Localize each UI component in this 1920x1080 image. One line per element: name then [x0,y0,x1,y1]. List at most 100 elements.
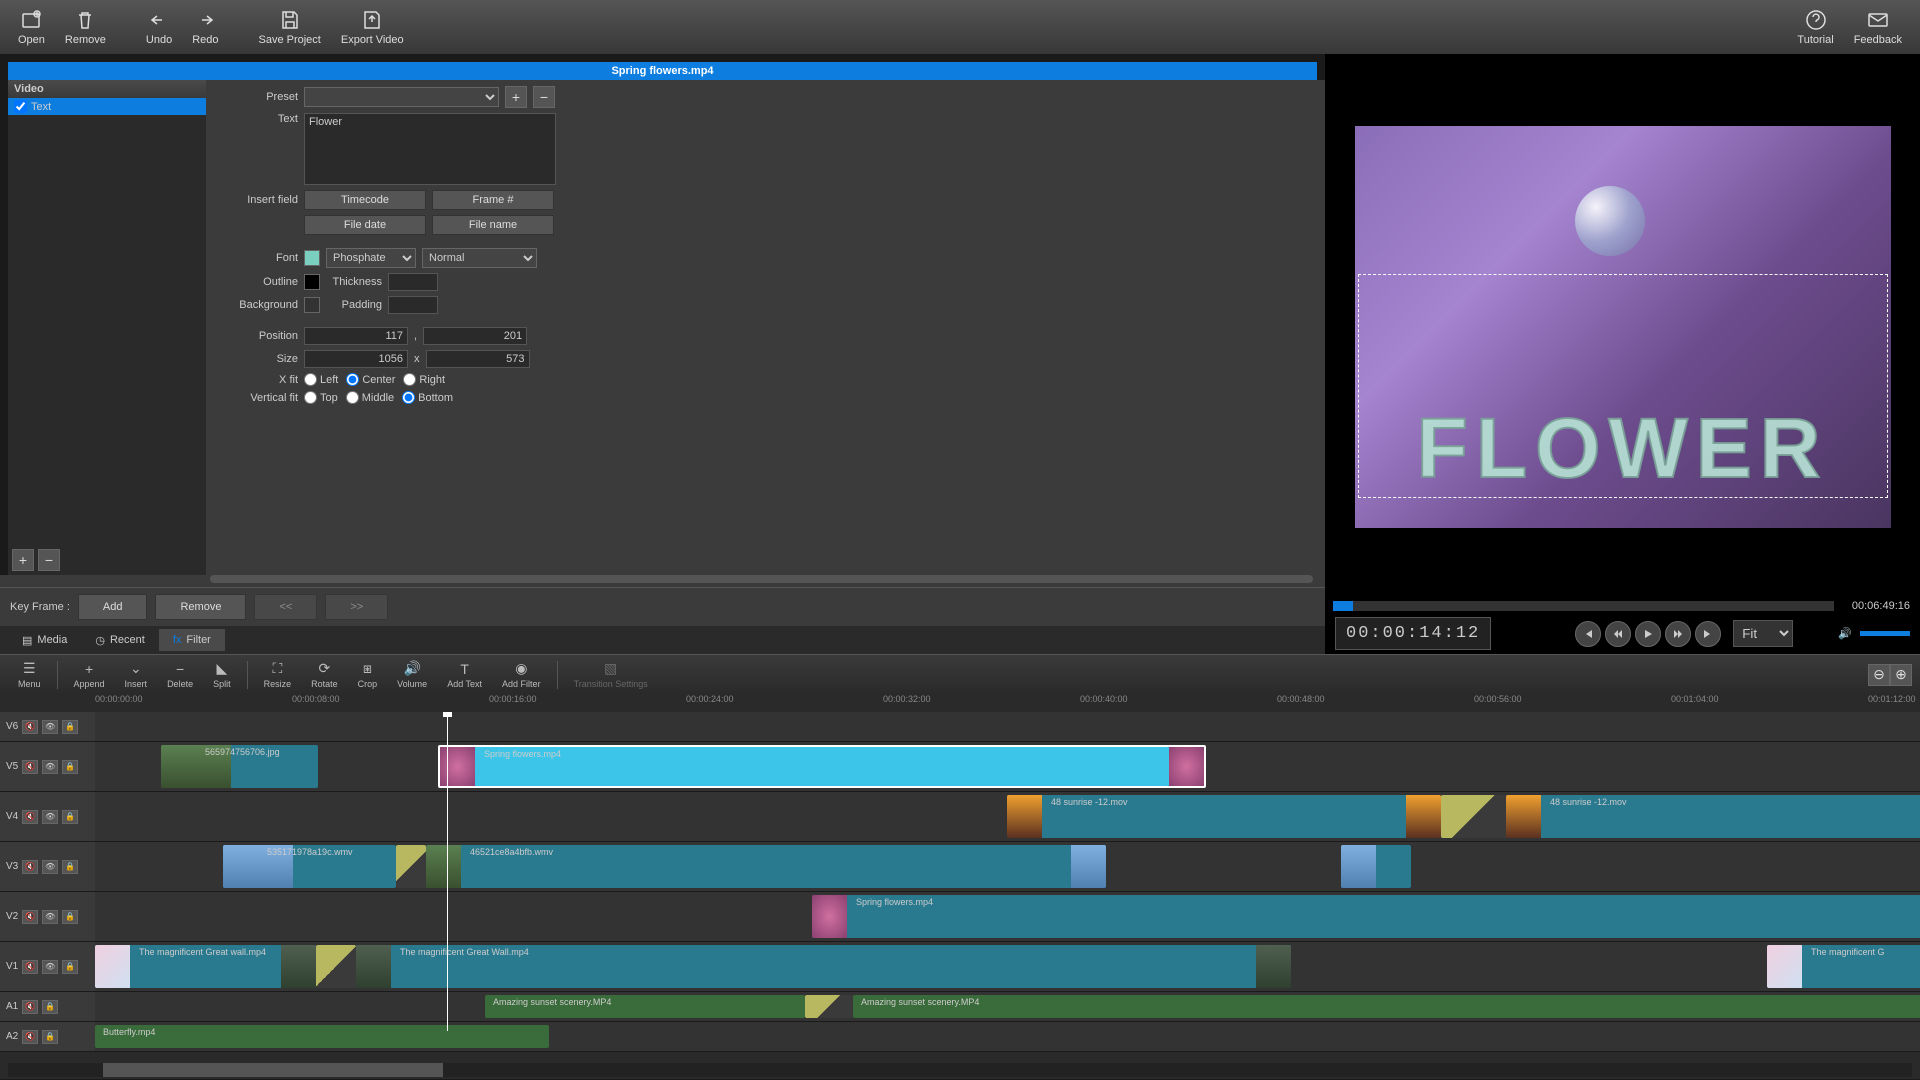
tl-addtext-button[interactable]: TAdd Text [437,659,492,691]
tl-resize-button[interactable]: ⛶Resize [254,658,302,691]
timeline-clip[interactable] [1341,845,1411,888]
keyframe-remove-button[interactable]: Remove [155,594,246,620]
insert-frame-button[interactable]: Frame # [432,190,554,210]
timeline-clip-selected[interactable]: Spring flowers.mp4 [438,745,1206,788]
timeline-clip[interactable]: 48 sunrise -12.mov [1506,795,1920,838]
timeline-transition[interactable] [396,845,426,888]
timeline-hscroll[interactable] [8,1063,1912,1077]
skip-start-button[interactable] [1575,621,1601,647]
timeline-ruler[interactable]: 00:00:00:00 00:00:08:00 00:00:16:00 00:0… [0,694,1920,712]
position-y-input[interactable] [423,327,527,345]
skip-end-button[interactable] [1695,621,1721,647]
keyframe-next-button[interactable]: >> [325,594,388,620]
tl-rotate-button[interactable]: ⟳Rotate [301,658,348,691]
preset-add-button[interactable]: + [505,86,527,108]
timeline-transition[interactable] [805,995,853,1018]
open-button[interactable]: Open [8,4,55,50]
insert-filedate-button[interactable]: File date [304,215,426,235]
volume-slider[interactable] [1860,631,1910,636]
insert-filename-button[interactable]: File name [432,215,554,235]
tl-insert-button[interactable]: ⌄Insert [115,658,158,691]
remove-effect-button[interactable]: − [38,549,60,571]
timeline-transition[interactable] [1441,795,1506,838]
size-w-input[interactable] [304,350,408,368]
xfit-left-radio[interactable]: Left [304,373,338,386]
xfit-center-radio[interactable]: Center [346,373,395,386]
export-video-button[interactable]: Export Video [331,4,414,50]
timeline-clip[interactable]: Amazing sunset scenery.MP4 [485,995,805,1018]
tl-zoom-out-button[interactable]: ⊖ [1868,664,1890,686]
step-fwd-button[interactable] [1665,621,1691,647]
timeline-clip[interactable]: 535171978a19c.wmv [223,845,396,888]
timeline-clip[interactable]: 565974756706.jpg [161,745,318,788]
font-name-select[interactable]: Phosphate [326,248,416,268]
redo-button[interactable]: Redo [182,4,228,50]
padding-input[interactable] [388,296,438,314]
effects-tree-root[interactable]: Video [8,80,206,98]
tl-volume-button[interactable]: 🔊Volume [387,658,437,691]
xfit-right-radio[interactable]: Right [403,373,445,386]
filter-icon: fx [173,634,182,646]
timeline-clip[interactable]: The magnificent G [1767,945,1920,988]
timeline-clip[interactable]: Amazing sunset scenery.MP4 [853,995,1920,1018]
zoom-select[interactable]: Fit [1733,620,1793,647]
tab-media[interactable]: ▤Media [8,629,81,652]
keyframe-add-button[interactable]: Add [78,594,148,620]
timeline-clip[interactable]: The magnificent Great Wall.mp4 [356,945,1291,988]
timecode-display[interactable]: 00:00:14:12 [1335,617,1491,650]
save-project-button[interactable]: Save Project [248,4,330,50]
text-overlay-box[interactable]: FLOWER [1358,274,1888,498]
effects-tree-item-text[interactable]: Text [8,98,206,115]
preset-label: Preset [218,91,298,103]
keyframe-prev-button[interactable]: << [254,594,317,620]
volume-icon[interactable]: 🔊 [1838,627,1852,640]
tl-delete-button[interactable]: −Delete [157,659,203,691]
vfit-middle-radio[interactable]: Middle [346,391,394,404]
tl-append-button[interactable]: +Append [64,659,115,691]
preview-canvas[interactable]: FLOWER [1355,126,1891,528]
playhead[interactable] [447,712,448,1031]
add-effect-button[interactable]: + [12,549,34,571]
tutorial-button[interactable]: Tutorial [1787,4,1843,50]
size-h-input[interactable] [426,350,530,368]
feedback-button[interactable]: Feedback [1844,4,1912,50]
tl-crop-button[interactable]: ⧆Crop [348,658,388,691]
timeline-clip[interactable]: Butterfly.mp4 [95,1025,549,1048]
vfit-top-radio[interactable]: Top [304,391,338,404]
text-input[interactable] [304,113,556,185]
timeline-clip[interactable]: 48 sunrise -12.mov [1007,795,1441,838]
play-button[interactable] [1635,621,1661,647]
text-effect-checkbox[interactable] [14,100,27,113]
thickness-input[interactable] [388,273,438,291]
tl-zoom-in-button[interactable]: ⊕ [1890,664,1912,686]
background-color-swatch[interactable] [304,297,320,313]
preset-select[interactable] [304,87,499,107]
outline-color-swatch[interactable] [304,274,320,290]
track-lock-icon[interactable]: 🔒 [62,720,78,734]
size-label: Size [218,353,298,365]
tl-menu-button[interactable]: ☰Menu [8,658,51,691]
insert-timecode-button[interactable]: Timecode [304,190,426,210]
track-mute-icon[interactable]: 🔇 [22,720,38,734]
timeline-clip[interactable]: The magnificent Great wall.mp4 [95,945,316,988]
timeline: 00:00:00:00 00:00:08:00 00:00:16:00 00:0… [0,694,1920,1079]
track-eye-icon[interactable]: 👁 [42,720,58,734]
speaker-icon: 🔊 [403,660,420,677]
tab-recent[interactable]: ◷Recent [81,629,158,652]
preview-progress-bar[interactable] [1333,601,1834,611]
font-color-swatch[interactable] [304,250,320,266]
remove-button[interactable]: Remove [55,4,116,50]
timeline-clip[interactable]: 46521ce8a4bfb.wmv [426,845,1106,888]
panel-hscroll[interactable] [210,575,1313,583]
tl-addfilter-button[interactable]: ◉Add Filter [492,658,551,691]
font-style-select[interactable]: Normal [422,248,537,268]
position-x-input[interactable] [304,327,408,345]
timeline-transition[interactable] [316,945,356,988]
timeline-clip[interactable]: Spring flowers.mp4 [812,895,1920,938]
preset-remove-button[interactable]: − [533,86,555,108]
step-back-button[interactable] [1605,621,1631,647]
vfit-bottom-radio[interactable]: Bottom [402,391,453,404]
tl-split-button[interactable]: ◣Split [203,658,241,691]
undo-button[interactable]: Undo [136,4,182,50]
tab-filter[interactable]: fxFilter [159,629,225,651]
